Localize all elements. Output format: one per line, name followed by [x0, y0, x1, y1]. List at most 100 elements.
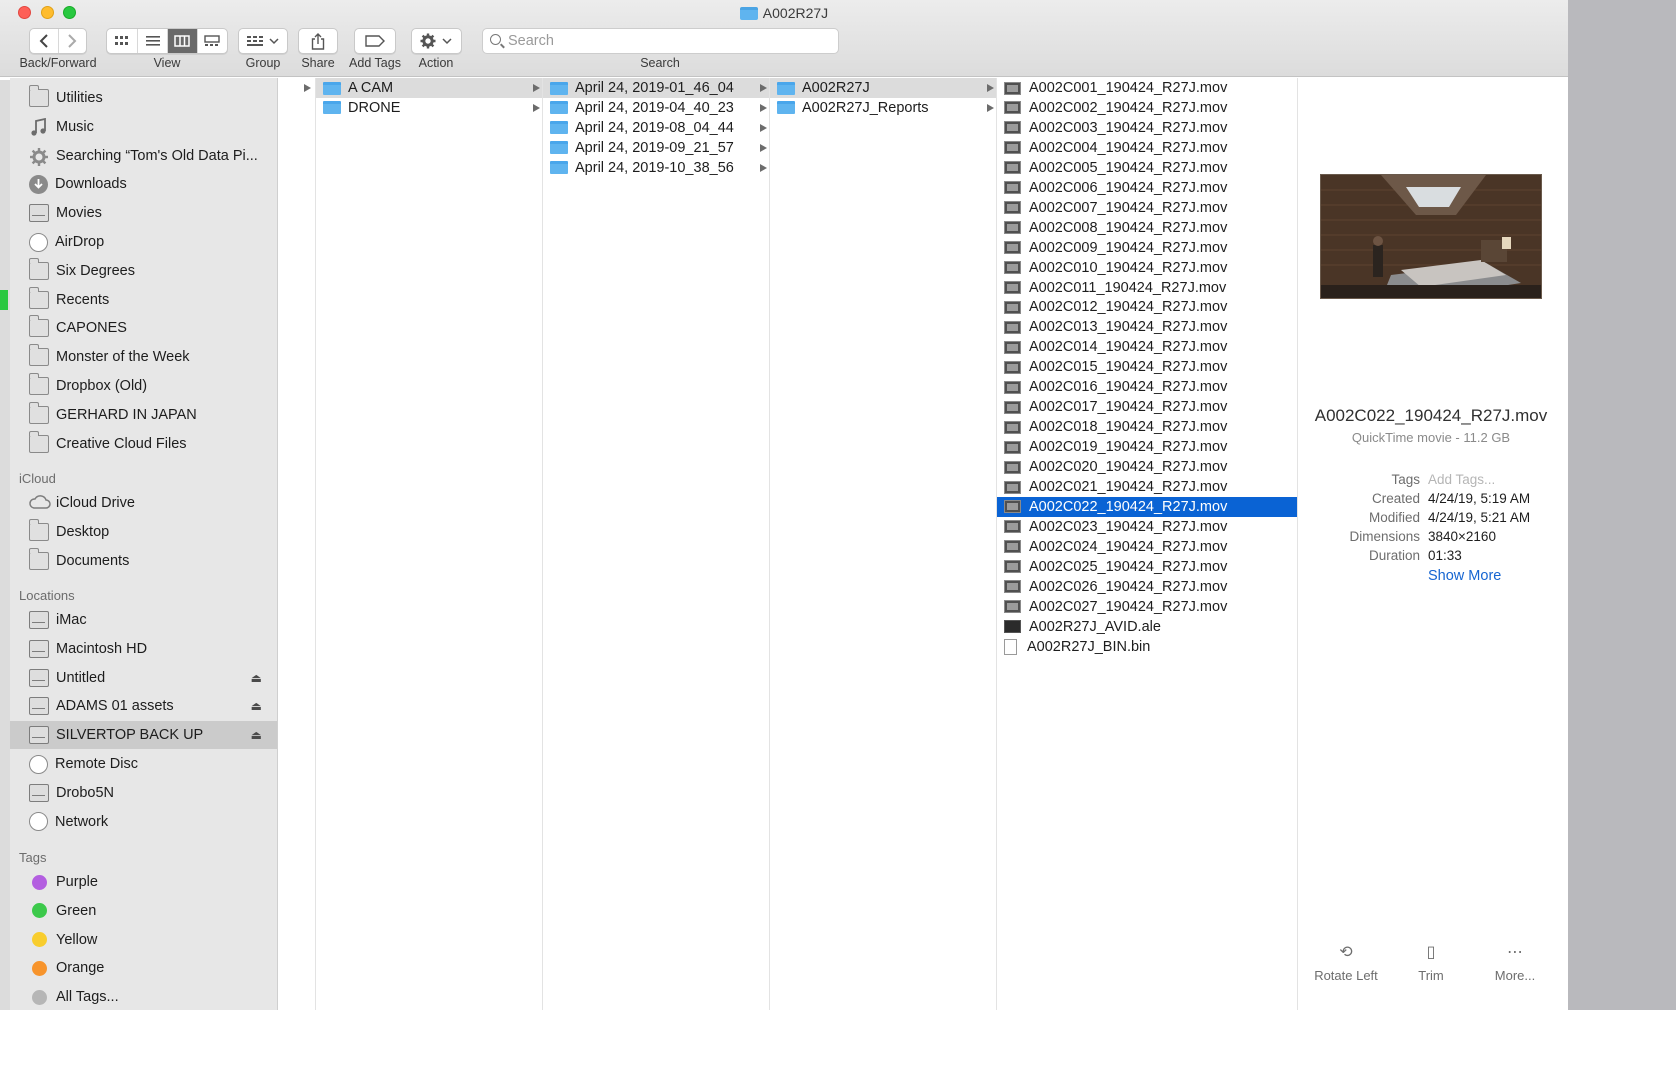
sidebar-item-silvertop-back-up[interactable]: SILVERTOP BACK UP ⏏ — [10, 721, 277, 750]
sidebar-item-drobo5n[interactable]: Drobo5N — [10, 779, 277, 807]
sidebar-item-music[interactable]: Music — [10, 113, 277, 141]
icon-view-button[interactable] — [107, 29, 137, 53]
file-row[interactable]: A002C005_190424_R27J.mov — [997, 158, 1297, 178]
file-row[interactable]: A002C020_190424_R27J.mov — [997, 457, 1297, 477]
file-row[interactable]: A002C013_190424_R27J.mov — [997, 317, 1297, 337]
file-row[interactable]: A002C011_190424_R27J.mov — [997, 278, 1297, 298]
sidebar-item-remote-disc[interactable]: Remote Disc — [10, 750, 277, 778]
file-row[interactable]: A002C018_190424_R27J.mov — [997, 417, 1297, 437]
file-row[interactable]: A002C024_190424_R27J.mov — [997, 537, 1297, 557]
file-row[interactable]: A002C021_190424_R27J.mov — [997, 477, 1297, 497]
file-row[interactable]: A002C017_190424_R27J.mov — [997, 397, 1297, 417]
sidebar-item-purple[interactable]: Purple — [10, 868, 277, 896]
folder-row[interactable]: April 24, 2019-10_38_56 — [543, 158, 769, 178]
back-button[interactable] — [30, 29, 58, 53]
sidebar-item-gerhard-in-japan[interactable]: GERHARD IN JAPAN — [10, 401, 277, 429]
file-row[interactable]: A002C012_190424_R27J.mov — [997, 297, 1297, 317]
share-button[interactable] — [298, 28, 338, 54]
sidebar-item-recents[interactable]: Recents — [10, 286, 277, 314]
sidebar-item-desktop[interactable]: Desktop — [10, 518, 277, 546]
file-row[interactable]: A002C009_190424_R27J.mov — [997, 238, 1297, 258]
file-row[interactable]: A002C003_190424_R27J.mov — [997, 118, 1297, 138]
action-button[interactable] — [411, 28, 462, 54]
search-field[interactable] — [482, 28, 839, 54]
disclosure-arrow-icon — [533, 103, 540, 112]
row-label: A002C012_190424_R27J.mov — [1029, 299, 1228, 316]
movie-file-icon — [1004, 500, 1021, 514]
eject-icon[interactable]: ⏏ — [251, 699, 262, 713]
sidebar-item-network[interactable]: Network — [10, 808, 277, 836]
file-row[interactable]: A002C006_190424_R27J.mov — [997, 178, 1297, 198]
sidebar-item-label: Downloads — [55, 176, 127, 193]
video-thumbnail[interactable] — [1320, 174, 1542, 299]
sidebar-item-orange[interactable]: Orange — [10, 954, 277, 982]
group-button[interactable] — [238, 28, 288, 54]
file-row[interactable]: A002C002_190424_R27J.mov — [997, 98, 1297, 118]
rotate-left-button[interactable]: ⟲ Rotate Left — [1306, 944, 1386, 983]
sidebar-item-yellow[interactable]: Yellow — [10, 926, 277, 954]
search-input[interactable] — [508, 31, 828, 51]
folder-row[interactable]: April 24, 2019-08_04_44 — [543, 118, 769, 138]
sidebar-item-airdrop[interactable]: AirDrop — [10, 228, 277, 256]
finder-window: A002R27J Back/Forward View Group Share A… — [0, 0, 1568, 1010]
trim-button[interactable]: ▯ Trim — [1391, 944, 1471, 983]
file-row[interactable]: A002C004_190424_R27J.mov — [997, 138, 1297, 158]
list-view-button[interactable] — [137, 29, 167, 53]
folder-row[interactable]: A002R27J_Reports — [770, 98, 996, 118]
folder-row[interactable]: DRONE — [316, 98, 542, 118]
sidebar-item-label: Untitled — [56, 669, 106, 686]
sidebar-item-all-tags[interactable]: All Tags... — [10, 983, 277, 1010]
sidebar-item-monster-of-the-week[interactable]: Monster of the Week — [10, 343, 277, 371]
folder-row[interactable]: April 24, 2019-09_21_57 — [543, 138, 769, 158]
sidebar-item-label: Searching “Tom's Old Data Pi... — [56, 147, 258, 164]
add-tags-button[interactable] — [354, 28, 396, 54]
file-row[interactable]: A002C027_190424_R27J.mov — [997, 597, 1297, 617]
sidebar-item-utilities[interactable]: Utilities — [10, 84, 277, 112]
column-view-button[interactable] — [167, 29, 197, 53]
sidebar-item-macintosh-hd[interactable]: Macintosh HD — [10, 635, 277, 663]
meta-value[interactable]: Add Tags... — [1428, 472, 1495, 487]
folder-row[interactable]: A CAM — [316, 78, 542, 98]
folder-row[interactable]: April 24, 2019-04_40_23 — [543, 98, 769, 118]
file-row[interactable]: A002C010_190424_R27J.mov — [997, 258, 1297, 278]
file-row[interactable]: A002C014_190424_R27J.mov — [997, 337, 1297, 357]
sidebar-item-adams-01-assets[interactable]: ADAMS 01 assets ⏏ — [10, 692, 277, 720]
sidebar-item-creative-cloud-files[interactable]: Creative Cloud Files — [10, 430, 277, 458]
gallery-view-button[interactable] — [196, 29, 227, 53]
sidebar-item-untitled[interactable]: Untitled ⏏ — [10, 664, 277, 692]
file-row[interactable]: A002C026_190424_R27J.mov — [997, 577, 1297, 597]
recents-icon — [29, 286, 49, 309]
file-row[interactable]: A002C008_190424_R27J.mov — [997, 218, 1297, 238]
sidebar-item-six-degrees[interactable]: Six Degrees — [10, 257, 277, 285]
sidebar-item-green[interactable]: Green — [10, 897, 277, 925]
sidebar-item-movies[interactable]: Movies — [10, 199, 277, 227]
file-row[interactable]: A002C001_190424_R27J.mov — [997, 78, 1297, 98]
sidebar-item-downloads[interactable]: Downloads — [10, 170, 277, 198]
file-row[interactable]: A002R27J_AVID.ale — [997, 617, 1297, 637]
sidebar-item-dropbox-old[interactable]: Dropbox (Old) — [10, 372, 277, 400]
folder-row[interactable]: April 24, 2019-01_46_04 — [543, 78, 769, 98]
column-view-icon — [174, 35, 190, 47]
sidebar-item-icloud-drive[interactable]: iCloud Drive — [10, 489, 277, 517]
file-row[interactable]: A002C022_190424_R27J.mov — [997, 496, 1297, 517]
sidebar-item-imac[interactable]: iMac — [10, 606, 277, 634]
file-row[interactable]: A002C023_190424_R27J.mov — [997, 517, 1297, 537]
file-row[interactable]: A002C015_190424_R27J.mov — [997, 357, 1297, 377]
folder-row[interactable]: A002R27J — [770, 78, 996, 98]
eject-icon[interactable]: ⏏ — [251, 671, 262, 685]
more-button[interactable]: ⋯ More... — [1475, 944, 1555, 983]
sidebar-item-searching-tom-s-old-data-pi[interactable]: Searching “Tom's Old Data Pi... — [10, 142, 277, 170]
eject-icon[interactable]: ⏏ — [251, 728, 262, 742]
sidebar-item-documents[interactable]: Documents — [10, 547, 277, 575]
meta-value: 4/24/19, 5:19 AM — [1428, 491, 1531, 506]
file-row[interactable]: A002C007_190424_R27J.mov — [997, 198, 1297, 218]
file-row[interactable]: A002R27J_BIN.bin — [997, 637, 1297, 657]
sidebar-item-capones[interactable]: CAPONES — [10, 314, 277, 342]
file-row[interactable]: A002C019_190424_R27J.mov — [997, 437, 1297, 457]
forward-button[interactable] — [57, 29, 86, 53]
file-row[interactable]: A002C016_190424_R27J.mov — [997, 377, 1297, 397]
show-more-link[interactable]: Show More — [1428, 568, 1501, 584]
movie-file-icon — [1004, 340, 1021, 354]
list-view-icon — [145, 36, 160, 46]
file-row[interactable]: A002C025_190424_R27J.mov — [997, 557, 1297, 577]
